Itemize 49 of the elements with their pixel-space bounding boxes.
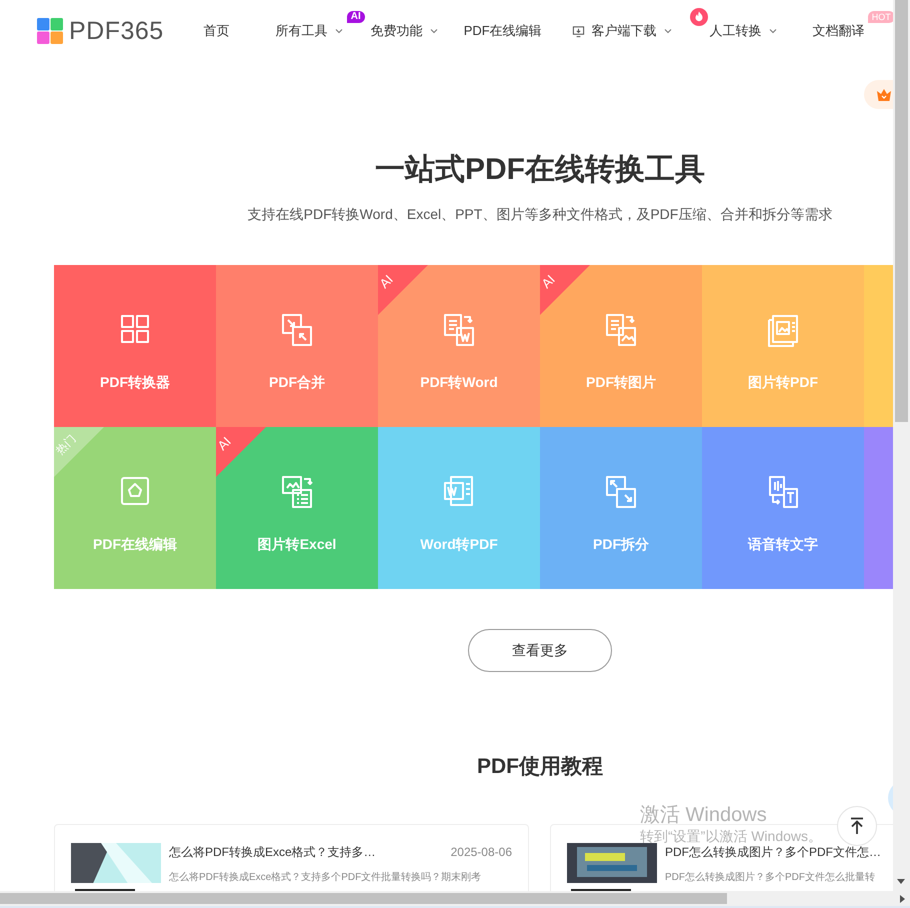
vertical-scrollbar[interactable] [893, 0, 910, 891]
tool-label: PDF合并 [269, 374, 325, 392]
nav-link[interactable]: 免费功能 [370, 22, 423, 40]
scroll-right-icon[interactable] [900, 894, 906, 904]
monitor-download-icon [572, 24, 585, 38]
scroll-down-icon[interactable] [896, 879, 906, 885]
activation-title: 激活 Windows [640, 803, 768, 827]
nav-link[interactable]: 文档翻译 [812, 22, 865, 40]
article-title[interactable]: PDF怎么转换成图片？多个PDF文件怎… [665, 845, 881, 859]
hot-corner-badge: 热门 [54, 427, 104, 477]
hero-subtitle: 支持在线PDF转换Word、Excel、PPT、图片等多种文件格式，及PDF压缩、合并和拆分等需求 [246, 205, 834, 224]
caret-icon [664, 28, 672, 34]
tool-label: 图片转PDF [748, 374, 818, 392]
ai-badge: AI [346, 11, 365, 23]
tool-label: 语音转文字 [748, 536, 818, 554]
tool-label: PDF转换器 [100, 374, 170, 392]
caret-icon [334, 28, 343, 34]
nav-link[interactable]: 首页 [204, 22, 230, 40]
crown-icon [876, 88, 892, 102]
nav-link[interactable]: 所有工具 [276, 22, 328, 40]
ai-corner-badge: AI [540, 265, 590, 315]
caret-icon [768, 28, 777, 34]
hero-title: 一站式PDF在线转换工具 [374, 152, 706, 188]
tool-label: PDF在线编辑 [93, 536, 177, 554]
nav-link[interactable]: 客户端下载 [592, 22, 657, 40]
horizontal-scrollbar[interactable] [0, 891, 910, 906]
logo-text[interactable]: PDF365 [69, 16, 164, 46]
fire-icon [690, 8, 708, 26]
article-excerpt: 怎么将PDF转换成Exce格式？支持多个PDF文件批量转换吗？期末刚考 [169, 870, 482, 884]
logo-icon [37, 18, 63, 44]
caret-icon [430, 28, 438, 34]
section-title: PDF使用教程 [476, 754, 604, 780]
tool-label: 图片转Excel [258, 536, 336, 554]
tool-label: Word转PDF [420, 536, 498, 554]
tool-label: PDF拆分 [593, 536, 649, 554]
article-title[interactable]: 怎么将PDF转换成Exce格式？支持多… [169, 845, 376, 859]
ai-corner-badge: AI [216, 427, 266, 477]
nav-link[interactable]: 人工转换 [710, 22, 762, 40]
view-more-button[interactable]: 查看更多 [468, 629, 612, 672]
back-to-top-button[interactable] [837, 806, 877, 846]
article-date: 2025-08-06 [450, 845, 512, 859]
tool-label: PDF转Word [420, 374, 498, 392]
tool-label: PDF转图片 [586, 374, 656, 392]
article-excerpt: PDF怎么转换成图片？多个PDF文件怎么批量转 [665, 870, 876, 884]
ai-corner-badge: AI [378, 265, 428, 315]
hot-badge: HOT [868, 11, 893, 23]
nav-link[interactable]: PDF在线编辑 [464, 22, 542, 40]
arrow-up-icon [849, 817, 865, 835]
activation-text: 转到“设置”以激活 Windows。 [640, 828, 822, 844]
